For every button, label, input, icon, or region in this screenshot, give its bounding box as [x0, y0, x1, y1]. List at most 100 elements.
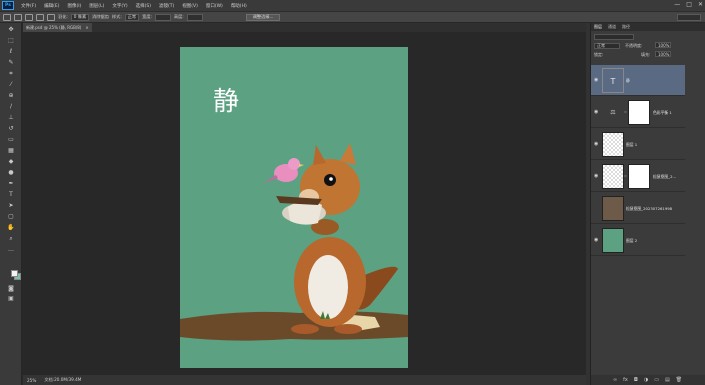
style-label: 样式: — [111, 14, 122, 19]
trash-icon[interactable]: 🗑 — [676, 377, 682, 383]
chain-link-icon: ∞ — [624, 110, 627, 114]
opacity-label: 不透明度: — [625, 43, 643, 48]
refine-edge-button[interactable]: 调整边缘... — [245, 13, 281, 21]
document-canvas[interactable]: 静 — [180, 47, 408, 368]
fill-input[interactable]: 100% — [655, 51, 671, 57]
eyedropper-tool-icon[interactable]: ⁄ — [7, 81, 15, 88]
visibility-eye-icon[interactable]: ◉ — [594, 109, 598, 115]
chain-link-icon: ∞ — [624, 174, 627, 178]
type-tool-icon[interactable]: T — [7, 191, 15, 198]
menu-filter[interactable]: 滤镜(T) — [155, 3, 178, 9]
layer-row-layer-2[interactable]: ◉ 图层 2 — [591, 225, 685, 256]
layer-row-layer-1[interactable]: ◉ 图层 1 — [591, 129, 685, 160]
height-input[interactable] — [186, 13, 203, 21]
visibility-eye-icon[interactable]: ◉ — [594, 141, 598, 147]
style-select[interactable]: 正常 — [124, 13, 140, 21]
layers-panel-tabs: 图层 通道 路径 — [591, 23, 705, 31]
shape-tool-icon[interactable]: ▢ — [7, 213, 15, 220]
brush-tool-icon[interactable]: ∕ — [7, 103, 15, 110]
menu-select[interactable]: 选择(S) — [132, 3, 155, 9]
layer-mask-thumb[interactable] — [628, 164, 650, 189]
path-select-tool-icon[interactable]: ➤ — [7, 202, 15, 209]
layer-mask-thumb[interactable] — [628, 100, 650, 125]
layer-row-squirrel-masked[interactable]: ◉ ∞ 松鼠抠图_2... — [591, 161, 685, 192]
layer-row-text[interactable]: ◉ T 静 — [591, 65, 685, 96]
blend-mode-select[interactable]: 正常 — [594, 43, 620, 49]
options-bar: 羽化: 0 像素 消除锯齿 样式: 正常 宽度: 高度: 调整边缘... — [0, 11, 705, 22]
tab-paths[interactable]: 路径 — [622, 24, 630, 30]
group-icon[interactable]: ▭ — [654, 377, 659, 383]
menu-type[interactable]: 文字(Y) — [108, 3, 131, 9]
close-button[interactable]: ✕ — [698, 1, 703, 8]
clone-stamp-tool-icon[interactable]: ⊥ — [7, 114, 15, 121]
document-tab[interactable]: 新建.psd @ 25% (静, RGB/8) × — [23, 23, 92, 32]
layer-row-color-balance[interactable]: ◉ ⚖ ∞ 色彩平衡 1 — [591, 97, 685, 128]
balance-adjustment-icon: ⚖ — [610, 109, 616, 116]
quick-mask-icon[interactable]: ◙ — [7, 285, 15, 292]
menu-edit[interactable]: 编辑(E) — [40, 3, 63, 9]
hand-tool-icon[interactable]: ✋ — [7, 224, 15, 231]
history-brush-tool-icon[interactable]: ↺ — [7, 125, 15, 132]
menu-help[interactable]: 帮助(H) — [227, 3, 251, 9]
dodge-tool-icon[interactable]: ● — [7, 169, 15, 176]
menu-view[interactable]: 视图(V) — [178, 3, 202, 9]
minimize-button[interactable]: — — [674, 1, 680, 8]
blur-tool-icon[interactable]: ◆ — [7, 158, 15, 165]
photoshop-logo: Ps — [2, 1, 14, 10]
adjustment-icon[interactable]: ◑ — [644, 377, 648, 383]
width-label: 宽度: — [142, 14, 152, 19]
healing-brush-tool-icon[interactable]: ⊕ — [7, 92, 15, 99]
gradient-tool-icon[interactable]: ▦ — [7, 147, 15, 154]
zoom-level[interactable]: 25% — [27, 378, 36, 383]
mask-icon[interactable]: ◘ — [634, 377, 638, 383]
move-tool-icon[interactable]: ✥ — [7, 26, 15, 33]
intersect-selection-icon[interactable] — [47, 13, 55, 21]
menu-layer[interactable]: 图层(L) — [85, 3, 108, 9]
visibility-eye-icon[interactable]: ◉ — [594, 77, 598, 83]
foreground-color-swatch[interactable] — [11, 270, 18, 277]
feather-input[interactable]: 0 像素 — [70, 13, 90, 21]
subtract-selection-icon[interactable] — [36, 13, 44, 21]
screen-mode-icon[interactable]: ▣ — [7, 295, 15, 302]
fx-icon[interactable]: fx — [623, 377, 628, 383]
document-info[interactable]: 文档:20.0M/39.4M — [44, 377, 81, 383]
add-selection-icon[interactable] — [25, 13, 33, 21]
visibility-eye-icon[interactable]: ◉ — [594, 173, 598, 179]
squirrel-foot-left — [291, 324, 319, 334]
layer-filter-select[interactable] — [594, 34, 634, 40]
antialias-checkbox[interactable]: 消除锯齿 — [92, 14, 109, 20]
workspace-select[interactable] — [677, 14, 701, 21]
menu-window[interactable]: 窗口(W) — [202, 3, 227, 9]
lasso-tool-icon[interactable]: ℓ — [7, 48, 15, 55]
marquee-tool-icon[interactable]: ⬚ — [7, 37, 15, 44]
menu-image[interactable]: 图像(I) — [63, 3, 85, 9]
photoshop-window: Ps 文件(F) 编辑(E) 图像(I) 图层(L) 文字(Y) 选择(S) 滤… — [0, 0, 705, 385]
link-icon[interactable]: ∞ — [613, 377, 617, 383]
bird-head — [288, 158, 300, 170]
close-tab-icon[interactable]: × — [85, 25, 88, 30]
feather-label: 羽化: — [58, 14, 68, 19]
tab-channels[interactable]: 通道 — [608, 24, 616, 30]
width-input[interactable] — [154, 13, 171, 21]
layer-name: 静 — [626, 78, 630, 83]
pen-tool-icon[interactable]: ✒ — [7, 180, 15, 187]
window-controls: — □ ✕ — [674, 1, 703, 8]
eraser-tool-icon[interactable]: ▭ — [7, 136, 15, 143]
maximize-button[interactable]: □ — [686, 1, 692, 8]
text-layer-thumb-icon: T — [602, 68, 624, 93]
zoom-tool-icon[interactable]: ⌕ — [7, 235, 15, 242]
opacity-input[interactable]: 100% — [655, 42, 671, 48]
quick-select-tool-icon[interactable]: ✎ — [7, 59, 15, 66]
marquee-preset-icon[interactable] — [3, 13, 11, 21]
bird-tail — [264, 175, 278, 183]
layer-name: 图层 2 — [626, 238, 638, 243]
extra-tool-icon[interactable]: … — [7, 246, 15, 253]
new-selection-icon[interactable] — [14, 13, 22, 21]
tab-layers[interactable]: 图层 — [594, 24, 602, 30]
layer-row-squirrel-photo[interactable]: 松鼠抠图_202307261998 — [591, 193, 685, 224]
new-layer-icon[interactable]: ▤ — [665, 377, 670, 383]
crop-tool-icon[interactable]: ⌗ — [7, 70, 15, 77]
layer-thumb — [602, 196, 624, 221]
visibility-eye-icon[interactable]: ◉ — [594, 237, 598, 243]
menu-file[interactable]: 文件(F) — [17, 3, 40, 9]
